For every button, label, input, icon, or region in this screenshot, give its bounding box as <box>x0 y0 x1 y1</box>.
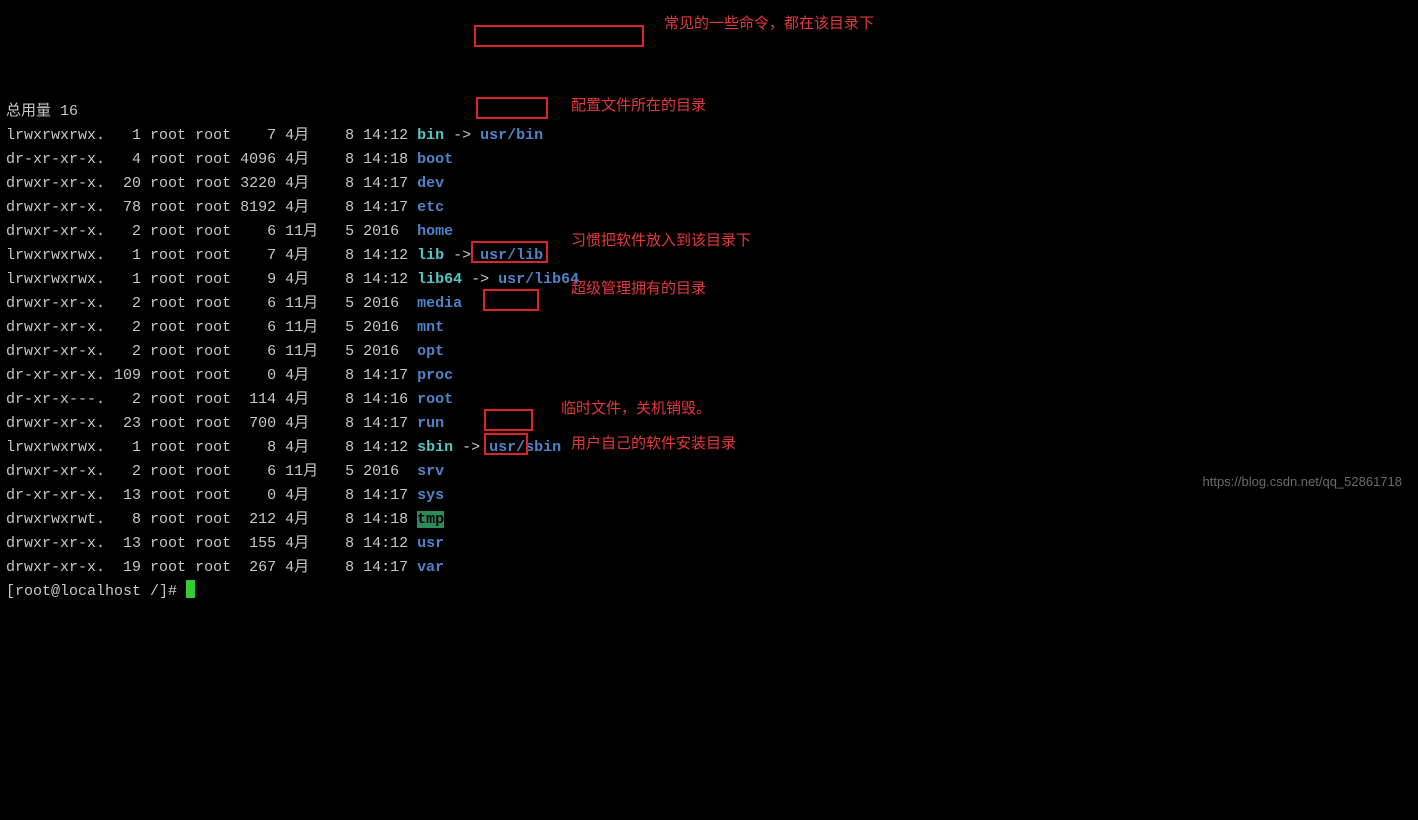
list-row: drwxr-xr-x. 78 root root 8192 4月 8 14:17… <box>6 196 1412 220</box>
list-row: drwxrwxrwt. 8 root root 212 4月 8 14:18 t… <box>6 508 1412 532</box>
list-row: drwxr-xr-x. 13 root root 155 4月 8 14:12 … <box>6 532 1412 556</box>
box-bin <box>474 25 644 47</box>
list-row: dr-xr-xr-x. 4 root root 4096 4月 8 14:18 … <box>6 148 1412 172</box>
list-row: lrwxrwxrwx. 1 root root 7 4月 8 14:12 bin… <box>6 124 1412 148</box>
list-row: drwxr-xr-x. 23 root root 700 4月 8 14:17 … <box>6 412 1412 436</box>
list-row: dr-xr-xr-x. 109 root root 0 4月 8 14:17 p… <box>6 364 1412 388</box>
list-row: drwxr-xr-x. 2 root root 6 11月 5 2016 srv <box>6 460 1412 484</box>
list-row: drwxr-xr-x. 2 root root 6 11月 5 2016 hom… <box>6 220 1412 244</box>
note-bin: 常见的一些命令，都在该目录下 <box>664 12 874 36</box>
watermark: https://blog.csdn.net/qq_52861718 <box>1203 470 1403 494</box>
list-row: drwxr-xr-x. 19 root root 267 4月 8 14:17 … <box>6 556 1412 580</box>
list-row: lrwxrwxrwx. 1 root root 8 4月 8 14:12 sbi… <box>6 436 1412 460</box>
list-row: drwxr-xr-x. 20 root root 3220 4月 8 14:17… <box>6 172 1412 196</box>
cursor <box>186 580 195 598</box>
list-row: drwxr-xr-x. 2 root root 6 11月 5 2016 med… <box>6 292 1412 316</box>
list-row: drwxr-xr-x. 2 root root 6 11月 5 2016 mnt <box>6 316 1412 340</box>
list-row: lrwxrwxrwx. 1 root root 9 4月 8 14:12 lib… <box>6 268 1412 292</box>
list-row: dr-xr-x---. 2 root root 114 4月 8 14:16 r… <box>6 388 1412 412</box>
prompt-line[interactable]: [root@localhost /]# <box>6 580 1412 604</box>
list-row: lrwxrwxrwx. 1 root root 7 4月 8 14:12 lib… <box>6 244 1412 268</box>
list-row: dr-xr-xr-x. 13 root root 0 4月 8 14:17 sy… <box>6 484 1412 508</box>
terminal-output: 总用量 16lrwxrwxrwx. 1 root root 7 4月 8 14:… <box>6 100 1412 604</box>
total-line: 总用量 16 <box>6 100 1412 124</box>
list-row: drwxr-xr-x. 2 root root 6 11月 5 2016 opt <box>6 340 1412 364</box>
